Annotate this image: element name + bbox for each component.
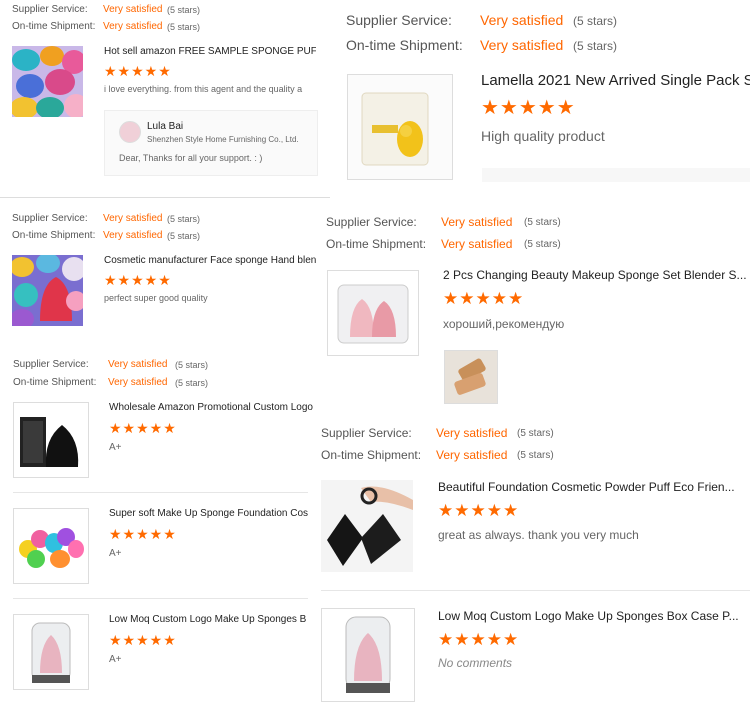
product-title[interactable]: Cosmetic manufacturer Face sponge Hand b… [104,255,316,266]
review-panel-2: Supplier Service: Very satisfied (5 star… [330,0,750,200]
review-comment: i love everything. from this agent and t… [104,84,303,94]
product-title[interactable]: Low Moq Custom Logo Make Up Sponges B [109,614,308,625]
supplier-service-value: Very satisfied [480,12,564,28]
review-comment: No comments [438,656,513,670]
ontime-shipment-label: On-time Shipment: [12,230,96,241]
product-title[interactable]: Hot sell amazon FREE SAMPLE SPONGE PUFF … [104,46,316,57]
ontime-shipment-stars: (5 stars) [524,239,561,250]
reply-company: Shenzhen Style Home Furnishing Co., Ltd. [147,135,299,144]
review-photo[interactable] [444,350,498,404]
divider [321,590,750,591]
rating-stars: ★★★★★ [109,420,177,436]
product-thumbnail[interactable] [321,480,413,572]
rating-stars: ★★★★★ [438,501,520,520]
product-thumbnail[interactable] [13,614,89,690]
supplier-service-label: Supplier Service: [321,426,412,440]
ontime-shipment-value: Very satisfied [436,448,508,462]
supplier-service-value: Very satisfied [108,359,168,370]
product-thumbnail[interactable] [12,46,83,117]
supplier-service-label: Supplier Service: [12,213,88,224]
sponge-product-photo [321,480,413,572]
supplier-service-label: Supplier Service: [346,12,452,28]
reply-area-edge [482,168,750,182]
supplier-service-stars: (5 stars) [167,214,201,224]
ontime-shipment-value: Very satisfied [441,237,513,251]
avatar-icon [119,121,141,143]
review-comment: High quality product [481,128,605,144]
product-thumbnail[interactable] [13,508,89,584]
reply-text: Dear, Thanks for all your support. : ) [119,153,263,163]
ontime-shipment-label: On-time Shipment: [12,21,96,32]
supplier-service-label: Supplier Service: [326,215,417,229]
rating-stars: ★★★★★ [109,526,177,542]
product-thumbnail[interactable] [347,74,453,180]
ontime-shipment-value: Very satisfied [103,230,163,241]
review-panel-5: Supplier Service: Very satisfied (5 star… [0,350,320,708]
sponge-product-photo [322,609,414,701]
sponge-product-photo [14,615,88,689]
ontime-shipment-stars: (5 stars) [573,39,618,53]
sponge-product-photo [14,403,88,477]
product-thumbnail[interactable] [12,255,83,326]
supplier-service-label: Supplier Service: [13,359,89,370]
review-comment: perfect super good quality [104,293,208,303]
ontime-shipment-label: On-time Shipment: [13,377,97,388]
supplier-service-stars: (5 stars) [524,217,561,228]
supplier-service-value: Very satisfied [103,213,163,224]
product-thumbnail[interactable] [321,608,415,702]
review-panel-6: Supplier Service: Very satisfied (5 star… [315,420,750,708]
review-photo-image [445,351,497,403]
ontime-shipment-stars: (5 stars) [167,22,201,32]
ontime-shipment-stars: (5 stars) [175,378,209,388]
product-thumbnail[interactable] [327,270,419,356]
sponge-product-photo [12,255,83,326]
supplier-reply: Lula Bai Shenzhen Style Home Furnishing … [104,110,318,176]
divider [13,598,308,599]
ontime-shipment-stars: (5 stars) [517,450,554,461]
supplier-service-value: Very satisfied [441,215,513,229]
product-title[interactable]: Low Moq Custom Logo Make Up Sponges Box … [438,609,750,623]
divider [0,197,330,198]
supplier-service-label: Supplier Service: [12,4,88,15]
review-comment: хороший,рекомендую [443,317,565,331]
review-panel-3: Supplier Service: Very satisfied (5 star… [0,200,320,348]
rating-stars: ★★★★★ [481,97,576,119]
rating-stars: ★★★★★ [438,630,520,649]
supplier-service-stars: (5 stars) [573,14,618,28]
review-panel-4: Supplier Service: Very satisfied (5 star… [320,206,750,422]
ontime-shipment-label: On-time Shipment: [346,37,463,53]
review-comment: A+ [109,654,122,665]
product-title[interactable]: 2 Pcs Changing Beauty Makeup Sponge Set … [443,268,750,282]
ontime-shipment-label: On-time Shipment: [321,448,422,462]
rating-stars: ★★★★★ [104,63,172,79]
review-comment: A+ [109,442,122,453]
supplier-service-stars: (5 stars) [517,428,554,439]
ontime-shipment-value: Very satisfied [103,21,163,32]
sponge-product-photo [12,46,83,117]
review-comment: great as always. thank you very much [438,528,639,542]
supplier-service-stars: (5 stars) [175,360,209,370]
review-panel-1: Supplier Service: Very satisfied (5 star… [0,0,330,200]
sponge-product-photo [328,271,418,355]
reply-author-name: Lula Bai [147,121,184,132]
ontime-shipment-value: Very satisfied [108,377,168,388]
rating-stars: ★★★★★ [109,632,177,648]
product-title[interactable]: Wholesale Amazon Promotional Custom Logo… [109,402,314,413]
ontime-shipment-label: On-time Shipment: [326,237,427,251]
rating-stars: ★★★★★ [104,272,172,288]
supplier-service-stars: (5 stars) [167,5,201,15]
product-title[interactable]: Beautiful Foundation Cosmetic Powder Puf… [438,480,750,494]
supplier-service-value: Very satisfied [103,4,163,15]
supplier-service-value: Very satisfied [436,426,508,440]
review-comment: A+ [109,548,122,559]
product-title[interactable]: Super soft Make Up Sponge Foundation Cos [109,508,308,519]
sponge-product-photo [348,75,452,179]
product-title[interactable]: Lamella 2021 New Arrived Single Pack Sof [481,72,750,89]
product-thumbnail[interactable] [13,402,89,478]
ontime-shipment-stars: (5 stars) [167,231,201,241]
ontime-shipment-value: Very satisfied [480,37,564,53]
divider [13,492,308,493]
rating-stars: ★★★★★ [443,289,525,308]
sponge-product-photo [14,509,88,583]
